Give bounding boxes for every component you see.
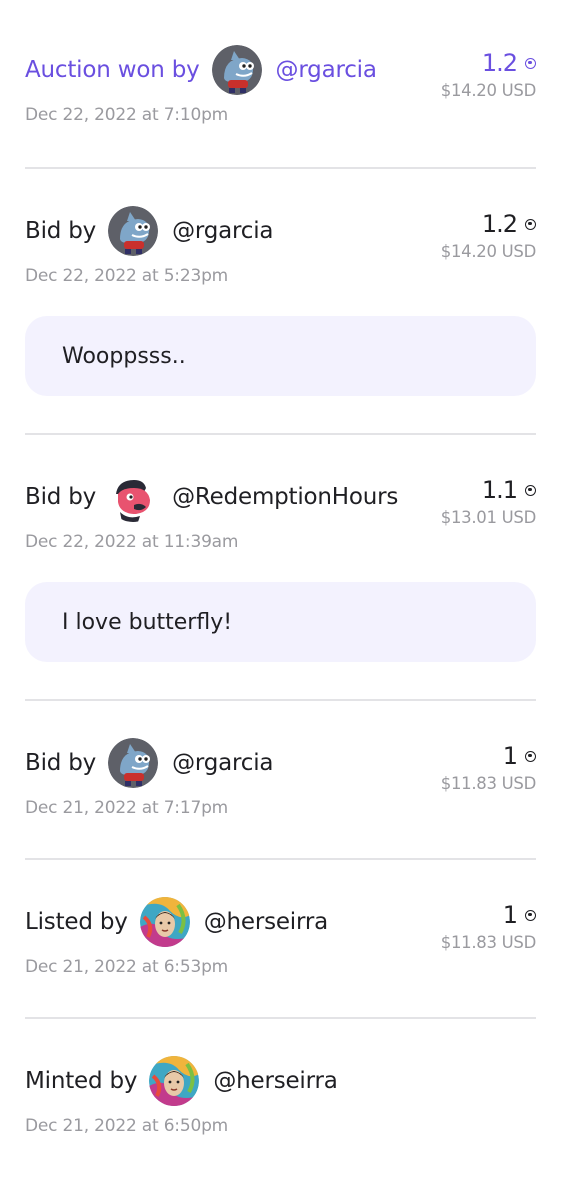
- usd-value: $14.20 USD: [440, 242, 537, 261]
- activity-action-label: Auction won by: [25, 57, 200, 83]
- usd-value: $14.20 USD: [440, 81, 537, 100]
- amount-value: 1.2: [481, 210, 518, 238]
- activity-action-label: Bid by: [25, 484, 97, 510]
- coin-icon: [525, 750, 536, 762]
- activity-item: Auction won by @rgarcia 1.2 Dec 22, 2022…: [25, 0, 536, 125]
- user-handle-link[interactable]: @herseirra: [204, 909, 329, 935]
- bid-comment: I love butterfly!: [25, 582, 536, 662]
- user-handle-link[interactable]: @rgarcia: [276, 57, 377, 83]
- activity-timestamp: Dec 21, 2022 at 6:50pm: [25, 1116, 229, 1136]
- bid-amount: 1: [503, 742, 536, 770]
- activity-timestamp: Dec 22, 2022 at 11:39am: [25, 532, 239, 552]
- coin-icon: [525, 57, 536, 69]
- amount-value: 1: [502, 742, 518, 770]
- shark-avatar-icon[interactable]: [211, 45, 262, 95]
- coin-icon: [525, 909, 536, 921]
- activity-timestamp: Dec 22, 2022 at 5:23pm: [25, 266, 229, 286]
- activity-timestamp: Dec 21, 2022 at 6:53pm: [25, 957, 229, 977]
- activity-action-label: Listed by: [25, 909, 128, 935]
- usd-value: $11.83 USD: [440, 774, 537, 793]
- user-handle-link[interactable]: @rgarcia: [172, 750, 273, 776]
- colorful-portrait-avatar-icon[interactable]: [139, 897, 190, 947]
- colorful-portrait-avatar-icon[interactable]: [149, 1056, 200, 1106]
- user-handle-link[interactable]: @rgarcia: [172, 218, 273, 244]
- coin-icon: [525, 218, 536, 230]
- user-handle-link[interactable]: @RedemptionHours: [172, 484, 398, 510]
- activity-action-label: Bid by: [25, 750, 97, 776]
- activity-feed: Auction won by @rgarcia 1.2 Dec 22, 2022…: [25, 0, 536, 1136]
- bid-comment: Wooppsss..: [25, 316, 536, 396]
- amount-value: 1.2: [481, 49, 518, 77]
- bid-amount: 1.2: [482, 49, 536, 77]
- activity-item: Bid by @rgarcia 1.2 Dec 22, 2022 at 5:23…: [25, 169, 536, 396]
- user-handle-link[interactable]: @herseirra: [213, 1068, 338, 1094]
- activity-timestamp: Dec 21, 2022 at 7:17pm: [25, 798, 229, 818]
- activity-item: Listed by @herseirra 1 Dec 21, 2022 at 6…: [25, 860, 536, 977]
- usd-value: $11.83 USD: [440, 933, 537, 952]
- bid-amount: 1.2: [482, 210, 536, 238]
- activity-timestamp: Dec 22, 2022 at 7:10pm: [25, 105, 229, 125]
- shark-avatar-icon[interactable]: [108, 206, 159, 256]
- activity-action-label: Bid by: [25, 218, 97, 244]
- activity-item: Minted by @herseirra Dec 21, 2022 at 6:5…: [25, 1019, 536, 1136]
- activity-item: Bid by @RedemptionHours 1.1 Dec 22, 2022…: [25, 435, 536, 662]
- coin-icon: [525, 484, 536, 496]
- usd-value: $13.01 USD: [440, 508, 537, 527]
- bid-amount: 1: [503, 901, 536, 929]
- activity-action-label: Minted by: [25, 1068, 138, 1094]
- amount-value: 1.1: [481, 476, 518, 504]
- activity-item: Bid by @rgarcia 1 Dec 21, 2022 at 7:17pm…: [25, 701, 536, 818]
- bid-amount: 1.1: [482, 476, 536, 504]
- amount-value: 1: [502, 901, 518, 929]
- pink-character-avatar-icon[interactable]: [108, 472, 159, 522]
- shark-avatar-icon[interactable]: [108, 738, 159, 788]
